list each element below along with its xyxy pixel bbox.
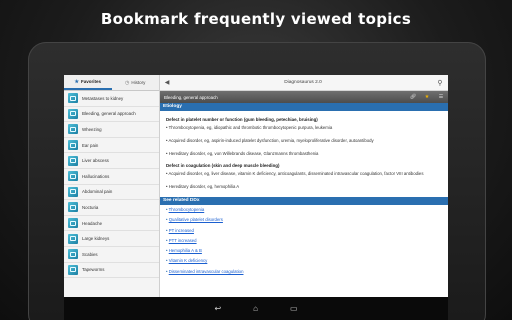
section-etiology-header: Etiology [160,103,448,111]
section-related-header: See related DDx [160,196,448,205]
tab-favorites[interactable]: ★ Favorites [64,75,112,90]
recent-apps-icon[interactable]: ▭ [290,304,298,313]
related-link[interactable]: Hemophilia A & B [169,248,202,253]
list-item-label: Abdominal pain [82,189,113,195]
etiology-item: • Acquired disorder, eg, liver disease, … [166,171,424,177]
search-icon[interactable]: ⚲ [432,79,448,87]
related-item: • PT increased [166,227,194,233]
topic-icon [68,155,78,166]
related-item: • Vitamin K deficiency [166,258,208,264]
app-title: Diagnosaurus 2.0 [284,80,322,85]
related-item: • Qualitative platelet disorders [166,217,223,223]
tab-history-label: History [131,80,146,85]
topic-title: Bleeding, general approach [164,94,218,100]
related-list: • Thrombocytopenia • Qualitative platele… [163,205,445,274]
list-item[interactable]: Metastases to kidney [64,91,159,107]
list-item-label: Wheezing [82,126,102,132]
group-title: Defect in platelet number or function (g… [166,117,318,122]
list-item[interactable]: Wheezing [64,122,159,138]
top-bar: ◀ Diagnosaurus 2.0 ⚲ [160,75,448,91]
list-item[interactable]: Large kidneys [64,231,159,247]
list-item-label: Ear pain [82,142,99,148]
list-item-label: Headache [82,220,103,226]
list-item[interactable]: Ear pain [64,138,159,154]
etiology-item: • Hereditary disorder, eg, hemophilia A [166,184,240,190]
topic-icon [68,249,78,260]
topic-icon [68,171,78,182]
star-icon: ★ [74,78,79,85]
etiology-item: • Acquired disorder, eg, aspirin-induced… [166,137,374,143]
list-item[interactable]: Tapeworms [64,263,159,279]
list-item[interactable]: Scabies [64,247,159,263]
back-button-icon[interactable]: ↩ [214,304,221,313]
related-link[interactable]: Qualitative platelet disorders [169,217,223,222]
list-item-label: Nocturia [82,204,99,210]
topic-icon [68,140,78,151]
list-item-label: Tapeworms [82,267,105,273]
list-item-label: Metastases to kidney [82,95,124,101]
list-item[interactable]: Bleeding, general approach [64,107,159,123]
topic-icon [68,186,78,197]
tab-favorites-label: Favorites [80,79,101,84]
related-item: • Thrombocytopenia [166,206,205,212]
topic-icon [68,218,78,229]
android-nav-bar: ↩ ⌂ ▭ [64,297,448,320]
topic-icon [68,108,78,119]
etiology-item: • Thrombocytopenia, eg, idiopathic and t… [166,125,333,130]
topic-icon [68,93,78,104]
topic-icon [68,264,78,275]
list-item[interactable]: Liver abscess [64,153,159,169]
topic-content: Etiology Defect in platelet number or fu… [160,103,448,297]
list-item-label: Hallucinations [82,173,110,179]
list-item-label: Scabies [82,251,98,257]
related-item: • Disseminated intravascular coagulation [166,268,244,274]
left-pane: ★ Favorites ◷ History Metastases to kidn… [64,75,160,297]
clock-icon: ◷ [125,79,130,86]
favorites-list: Metastases to kidney Bleeding, general a… [64,91,159,279]
list-item[interactable]: Headache [64,216,159,232]
list-item[interactable]: Hallucinations [64,169,159,185]
topic-icon [68,233,78,244]
app-screen: ★ Favorites ◷ History Metastases to kidn… [64,75,448,320]
related-link[interactable]: Disseminated intravascular coagulation [169,269,244,274]
list-item-label: Large kidneys [82,236,110,242]
list-item[interactable]: Abdominal pain [64,185,159,201]
link-icon[interactable]: 🔗︎ [406,94,420,100]
list-item-label: Liver abscess [82,158,109,164]
home-button-icon[interactable]: ⌂ [253,304,258,313]
list-item[interactable]: Nocturia [64,200,159,216]
headline: Bookmark frequently viewed topics [100,10,412,28]
list-item-label: Bleeding, general approach [82,111,136,117]
menu-icon[interactable]: ☰ [434,94,448,100]
related-link[interactable]: PT increased [169,228,194,233]
topic-icon [68,202,78,213]
related-link[interactable]: Vitamin K deficiency [169,258,208,263]
tab-history[interactable]: ◷ History [112,75,160,90]
left-tabs: ★ Favorites ◷ History [64,75,159,91]
related-item: • PTT increased [166,237,197,243]
group-title: Defect in coagulation (skin and deep mus… [166,163,280,169]
topic-icon [68,124,78,135]
bookmark-star-icon[interactable]: ★ [420,94,434,100]
related-link[interactable]: PTT increased [169,238,197,243]
back-arrow-icon[interactable]: ◀ [160,79,174,86]
topic-header: Bleeding, general approach 🔗︎ ★ ☰ [160,91,448,103]
etiology-item: • Hereditary disorder, eg, von Willebran… [166,150,319,156]
related-item: • Hemophilia A & B [166,248,202,254]
related-link[interactable]: Thrombocytopenia [169,207,205,212]
